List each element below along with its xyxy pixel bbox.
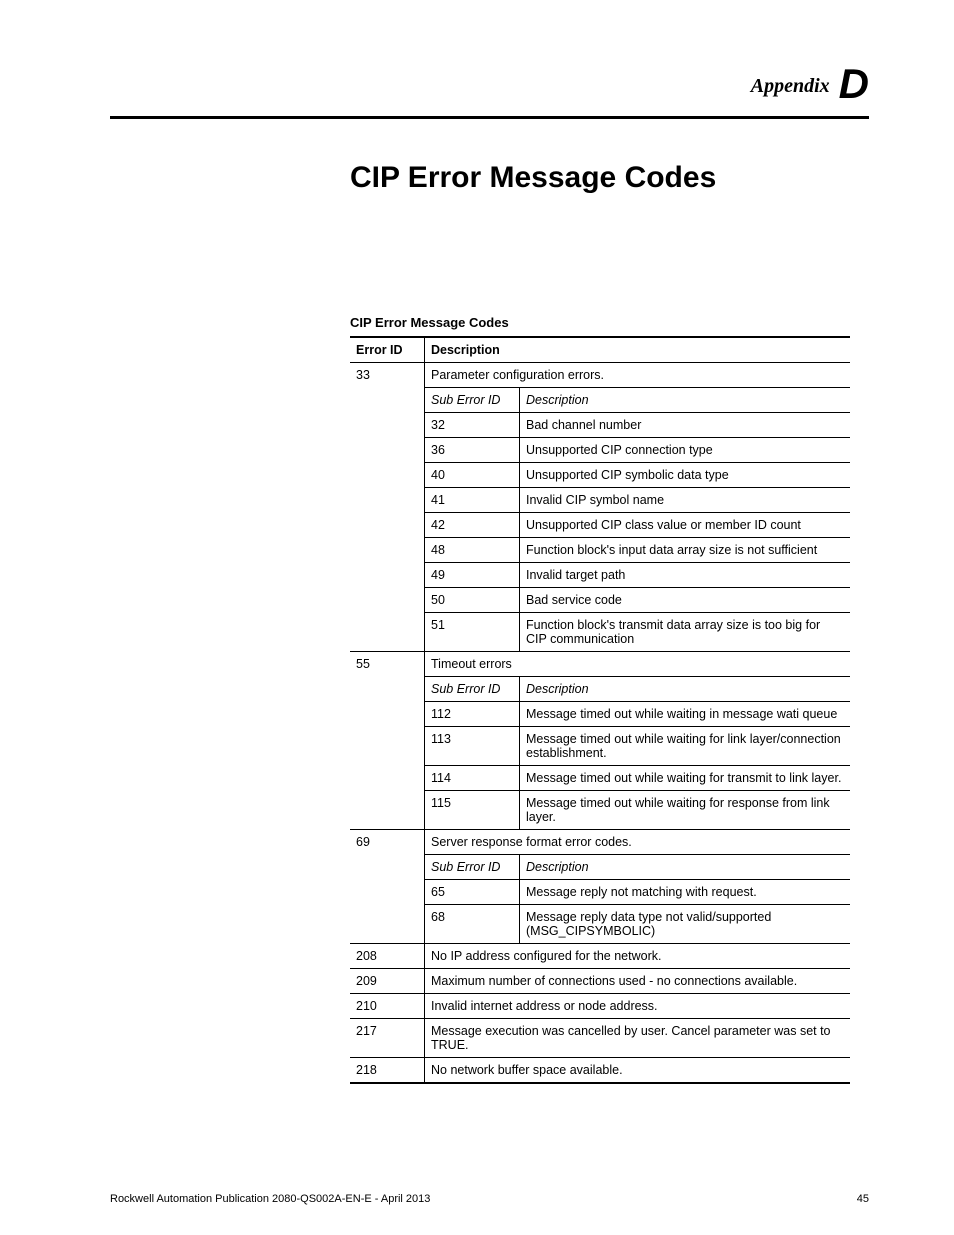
error-id-cell: 217 bbox=[350, 1019, 425, 1058]
table-caption: CIP Error Message Codes bbox=[350, 315, 869, 330]
sub-desc: Invalid CIP symbol name bbox=[520, 488, 851, 513]
table-row: 68Message reply data type not valid/supp… bbox=[425, 905, 850, 944]
error-id-cell: 33 bbox=[350, 363, 425, 652]
sub-error-table: Sub Error ID Description 65Message reply… bbox=[425, 854, 850, 943]
table-row: 69 Server response format error codes. S… bbox=[350, 830, 850, 944]
description-cell: No IP address configured for the network… bbox=[425, 944, 851, 969]
sub-id: 32 bbox=[425, 413, 520, 438]
description-cell: Message execution was cancelled by user.… bbox=[425, 1019, 851, 1058]
sub-error-table: Sub Error ID Description 32Bad channel n… bbox=[425, 387, 850, 651]
sub-id: 48 bbox=[425, 538, 520, 563]
table-row: 42Unsupported CIP class value or member … bbox=[425, 513, 850, 538]
table-row: 40Unsupported CIP symbolic data type bbox=[425, 463, 850, 488]
sub-col-id: Sub Error ID bbox=[425, 388, 520, 413]
footer-publication: Rockwell Automation Publication 2080-QS0… bbox=[110, 1193, 430, 1205]
page-title: CIP Error Message Codes bbox=[350, 161, 869, 195]
table-row: 210Invalid internet address or node addr… bbox=[350, 994, 850, 1019]
error-id-cell: 55 bbox=[350, 652, 425, 830]
table-row: 114Message timed out while waiting for t… bbox=[425, 766, 850, 791]
appendix-header: Appendix D bbox=[110, 60, 869, 108]
sub-error-table: Sub Error ID Description 112Message time… bbox=[425, 676, 850, 829]
sub-desc: Function block's input data array size i… bbox=[520, 538, 851, 563]
sub-id: 115 bbox=[425, 791, 520, 830]
content-area: CIP Error Message Codes CIP Error Messag… bbox=[350, 161, 869, 1084]
sub-id: 112 bbox=[425, 702, 520, 727]
sub-col-id: Sub Error ID bbox=[425, 677, 520, 702]
table-row: 55 Timeout errors Sub Error ID Descripti… bbox=[350, 652, 850, 830]
col-header-description: Description bbox=[425, 337, 851, 363]
sub-desc: Unsupported CIP symbolic data type bbox=[520, 463, 851, 488]
description-cell: Invalid internet address or node address… bbox=[425, 994, 851, 1019]
group-label: Timeout errors bbox=[425, 652, 850, 676]
table-row: 65Message reply not matching with reques… bbox=[425, 880, 850, 905]
description-cell: Maximum number of connections used - no … bbox=[425, 969, 851, 994]
sub-desc: Bad channel number bbox=[520, 413, 851, 438]
sub-id: 50 bbox=[425, 588, 520, 613]
sub-col-id: Sub Error ID bbox=[425, 855, 520, 880]
sub-col-desc: Description bbox=[520, 388, 851, 413]
error-id-cell: 218 bbox=[350, 1058, 425, 1084]
sub-id: 65 bbox=[425, 880, 520, 905]
sub-id: 40 bbox=[425, 463, 520, 488]
error-id-cell: 208 bbox=[350, 944, 425, 969]
sub-desc: Function block's transmit data array siz… bbox=[520, 613, 851, 652]
sub-desc: Message reply not matching with request. bbox=[520, 880, 851, 905]
table-row: 115Message timed out while waiting for r… bbox=[425, 791, 850, 830]
sub-id: 36 bbox=[425, 438, 520, 463]
appendix-letter: D bbox=[839, 60, 869, 107]
sub-desc: Invalid target path bbox=[520, 563, 851, 588]
error-id-cell: 209 bbox=[350, 969, 425, 994]
sub-desc: Message timed out while waiting for tran… bbox=[520, 766, 851, 791]
col-header-error-id: Error ID bbox=[350, 337, 425, 363]
table-row: 51Function block's transmit data array s… bbox=[425, 613, 850, 652]
page: Appendix D CIP Error Message Codes CIP E… bbox=[0, 0, 954, 1235]
error-codes-table: Error ID Description 33 Parameter config… bbox=[350, 336, 850, 1084]
table-row: 208No IP address configured for the netw… bbox=[350, 944, 850, 969]
sub-desc: Message timed out while waiting in messa… bbox=[520, 702, 851, 727]
group-label: Parameter configuration errors. bbox=[425, 363, 850, 387]
footer: Rockwell Automation Publication 2080-QS0… bbox=[110, 1193, 869, 1205]
description-cell: No network buffer space available. bbox=[425, 1058, 851, 1084]
description-cell: Timeout errors Sub Error ID Description … bbox=[425, 652, 851, 830]
table-row: 217Message execution was cancelled by us… bbox=[350, 1019, 850, 1058]
table-row: 33 Parameter configuration errors. Sub E… bbox=[350, 363, 850, 652]
table-row: 41Invalid CIP symbol name bbox=[425, 488, 850, 513]
sub-desc: Message timed out while waiting for link… bbox=[520, 727, 851, 766]
description-cell: Parameter configuration errors. Sub Erro… bbox=[425, 363, 851, 652]
sub-desc: Unsupported CIP class value or member ID… bbox=[520, 513, 851, 538]
sub-desc: Message timed out while waiting for resp… bbox=[520, 791, 851, 830]
table-row: 48Function block's input data array size… bbox=[425, 538, 850, 563]
table-row: 50Bad service code bbox=[425, 588, 850, 613]
group-label: Server response format error codes. bbox=[425, 830, 850, 854]
table-row: 209Maximum number of connections used - … bbox=[350, 969, 850, 994]
header-rule bbox=[110, 116, 869, 119]
footer-page-number: 45 bbox=[857, 1193, 869, 1205]
table-row: 32Bad channel number bbox=[425, 413, 850, 438]
table-row: 113Message timed out while waiting for l… bbox=[425, 727, 850, 766]
error-id-cell: 210 bbox=[350, 994, 425, 1019]
table-row: 218No network buffer space available. bbox=[350, 1058, 850, 1084]
sub-desc: Message reply data type not valid/suppor… bbox=[520, 905, 851, 944]
sub-id: 68 bbox=[425, 905, 520, 944]
appendix-label: Appendix bbox=[751, 75, 830, 97]
sub-col-desc: Description bbox=[520, 855, 851, 880]
table-row: 36Unsupported CIP connection type bbox=[425, 438, 850, 463]
sub-id: 114 bbox=[425, 766, 520, 791]
sub-id: 49 bbox=[425, 563, 520, 588]
description-cell: Server response format error codes. Sub … bbox=[425, 830, 851, 944]
sub-id: 51 bbox=[425, 613, 520, 652]
error-id-cell: 69 bbox=[350, 830, 425, 944]
sub-desc: Bad service code bbox=[520, 588, 851, 613]
sub-id: 41 bbox=[425, 488, 520, 513]
table-row: 112Message timed out while waiting in me… bbox=[425, 702, 850, 727]
sub-col-desc: Description bbox=[520, 677, 851, 702]
sub-desc: Unsupported CIP connection type bbox=[520, 438, 851, 463]
table-row: 49Invalid target path bbox=[425, 563, 850, 588]
sub-id: 42 bbox=[425, 513, 520, 538]
sub-id: 113 bbox=[425, 727, 520, 766]
